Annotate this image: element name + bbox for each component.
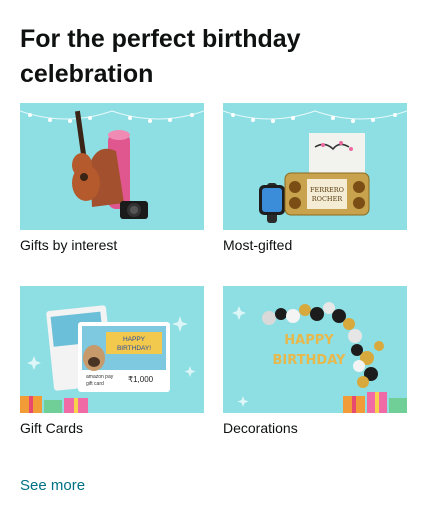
- gift-card-image[interactable]: HAPPY BIRTHDAY! amazon pay gift card ₹1,…: [20, 286, 204, 413]
- card-type-text: gift card: [86, 381, 104, 387]
- card-title: For the perfect birthday celebration: [20, 25, 301, 88]
- guitar-bag-camera-image[interactable]: [20, 103, 204, 230]
- card-amount-text: ₹1,000: [128, 375, 154, 384]
- banner-text: BIRTHDAY: [273, 353, 347, 368]
- banner-text: HAPPY: [284, 333, 334, 348]
- card-brand-text: amazon pay: [86, 374, 114, 380]
- tile-most-gifted[interactable]: FERRERO ROCHER Most-gifted: [223, 103, 407, 255]
- balloon-decoration-image[interactable]: HAPPY BIRTHDAY: [223, 286, 407, 413]
- watch-chocolates-image[interactable]: FERRERO ROCHER: [223, 103, 407, 230]
- tile-gifts-by-interest[interactable]: Gifts by interest: [20, 103, 204, 255]
- tile-gift-cards[interactable]: HAPPY BIRTHDAY! amazon pay gift card ₹1,…: [20, 286, 204, 438]
- tile-label: Decorations: [223, 420, 298, 436]
- card-greeting-text: HAPPY: [123, 336, 146, 343]
- card-greeting-text: BIRTHDAY!: [117, 345, 151, 352]
- tile-decorations[interactable]: HAPPY BIRTHDAY Decorations: [223, 286, 407, 438]
- box-brand-text: ROCHER: [312, 195, 344, 203]
- tile-label: Gift Cards: [20, 420, 84, 436]
- see-more-link[interactable]: See more: [20, 476, 85, 496]
- tile-label: Most-gifted: [223, 237, 293, 253]
- box-brand-text: FERRERO: [310, 186, 344, 194]
- tile-label: Gifts by interest: [20, 237, 118, 253]
